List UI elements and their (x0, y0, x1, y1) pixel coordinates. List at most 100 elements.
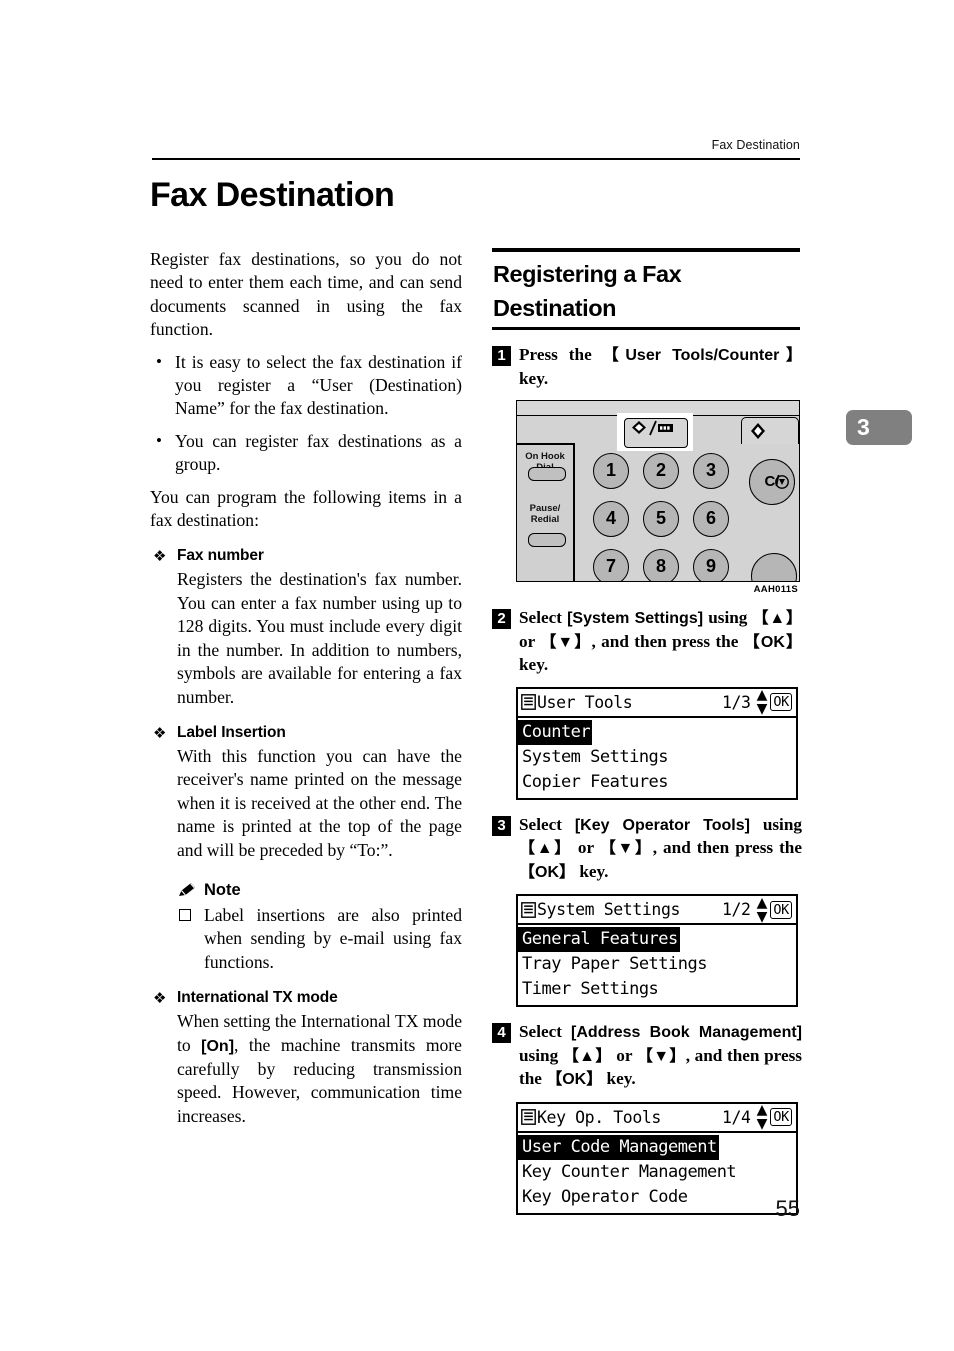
step-phrase: key. (519, 368, 549, 388)
numpad-key-8[interactable]: 8 (643, 549, 679, 581)
control-panel-figure: On Hook Dial Pause/Redial 1 2 3 4 5 6 7 … (516, 400, 800, 582)
subsection-heading-label-insertion: ❖ Label Insertion (150, 723, 462, 743)
figure-caption: AAH011S (753, 584, 798, 595)
list-item[interactable]: General Features (518, 927, 680, 952)
numpad-key-6[interactable]: 6 (693, 501, 729, 537)
on-hook-dial-button[interactable] (528, 467, 566, 481)
list-item[interactable]: Key Operator Code (518, 1187, 688, 1207)
lead-in-paragraph: You can program the following items in a… (150, 486, 462, 531)
running-header: Fax Destination (711, 138, 800, 152)
subsection-heading-label: International TX mode (177, 989, 338, 1007)
note-heading: Note (150, 880, 462, 901)
left-column: Register fax destinations, so you do not… (150, 248, 462, 1128)
step-phrase: using (519, 1045, 563, 1065)
lcd-title: System Settings (537, 900, 681, 919)
note-bullet-box-icon (179, 908, 191, 921)
step-phrase: , and then press the (652, 838, 802, 857)
subsection-heading-label: Label Insertion (177, 723, 286, 741)
key-reference: 【▲】 (562, 1047, 612, 1065)
secondary-panel-tab[interactable] (741, 417, 799, 444)
step-number-badge: 3 (492, 815, 511, 836)
step-3: 3 Select [Key Operator Tools] using 【▲】 … (492, 814, 802, 885)
key-reference: [Key Operator Tools] (574, 816, 750, 834)
numpad-key-9[interactable]: 9 (693, 549, 729, 581)
step-text: Select [System Settings] using 【▲】 or 【▼… (519, 607, 802, 677)
numpad-key-1[interactable]: 1 (593, 453, 629, 489)
step-4: 4 Select [Address Book Management] using… (492, 1021, 802, 1092)
lcd-ok-badge[interactable]: OK (770, 900, 792, 919)
subsection-body-fax-number: Registers the destination's fax number. … (177, 569, 462, 707)
list-item: You can register fax destinations as a g… (150, 429, 462, 477)
section-title: Registering a Fax Destination (493, 261, 682, 321)
numpad-key-3[interactable]: 3 (693, 453, 729, 489)
lcd-title: User Tools (537, 692, 633, 712)
menu-list-icon (521, 694, 536, 710)
note-item-text: Label insertions are also printed when s… (204, 904, 462, 972)
lcd-title-bar: Key Op. Tools 1/4 ▲ ▼ OK (518, 1103, 796, 1133)
up-down-arrows-icon: ▲ ▼ (756, 687, 768, 717)
list-item[interactable]: User Code Management (518, 1134, 719, 1160)
step-phrase: or (571, 838, 600, 857)
header-rule (152, 158, 800, 160)
list-item[interactable]: Key Counter Management (518, 1162, 737, 1182)
step-1: 1 Press the 【User Tools/Counter】 key. (492, 344, 802, 390)
pause-redial-button[interactable] (528, 533, 566, 547)
lcd-page-indicator: 1/2 (721, 900, 751, 919)
numpad-key-7[interactable]: 7 (593, 549, 629, 581)
step-phrase: using (749, 814, 802, 834)
step-phrase: or (519, 631, 541, 651)
step-phrase: key. (519, 655, 549, 674)
note-item: Label insertions are also printed when s… (150, 904, 462, 974)
list-item[interactable]: Timer Settings (518, 979, 659, 999)
lcd-ok-badge[interactable]: OK (770, 693, 792, 711)
lcd-screen-system-settings: System Settings 1/2 ▲ ▼ OK General Featur… (516, 894, 798, 1007)
pause-redial-label: Pause/Redial (529, 503, 561, 525)
subsection-body-international-tx-mode: When setting the International TX mode t… (150, 1010, 462, 1128)
note-heading-label: Note (204, 880, 241, 899)
step-number-badge: 1 (492, 346, 511, 366)
chapter-thumb-tab-number: 3 (857, 414, 870, 440)
key-reference: 【OK】 (519, 863, 576, 881)
page-title: Fax Destination (150, 176, 395, 214)
key-reference: [Address Book Management] (571, 1024, 802, 1041)
user-tools-counter-key-highlight[interactable] (617, 413, 693, 451)
numpad-key-2[interactable]: 2 (643, 453, 679, 489)
user-tools-counter-key[interactable] (624, 418, 688, 448)
step-phrase: key. (575, 861, 609, 881)
menu-list-icon (521, 1109, 536, 1125)
step-phrase: using (703, 608, 753, 627)
on-key-reference: [On] (201, 1037, 235, 1055)
clear-stop-key[interactable]: C/ (749, 459, 795, 505)
list-item[interactable]: Tray Paper Settings (518, 954, 707, 974)
key-reference: [System Settings] (567, 610, 704, 627)
step-phrase: or (611, 1045, 637, 1065)
diamond-icon: ❖ (153, 547, 167, 566)
diamond-icon: ❖ (153, 989, 167, 1008)
intro-paragraph: Register fax destinations, so you do not… (150, 249, 462, 340)
step-text: Press the 【User Tools/Counter】 key. (519, 344, 802, 390)
lcd-page-indicator: 1/3 (721, 692, 751, 712)
step-phrase: Select (519, 1022, 572, 1041)
chapter-thumb-tab: 3 (846, 410, 912, 445)
lcd-screen-user-tools: User Tools 1/3 ▲ ▼ OK Counter System Sett… (516, 686, 798, 800)
lcd-row-list: Counter System Settings Copier Features (518, 718, 796, 798)
list-item[interactable]: Counter (518, 719, 593, 745)
step-number-badge: 2 (492, 609, 511, 629)
key-reference: 【User Tools/Counter】 (602, 347, 802, 364)
list-item[interactable]: System Settings (518, 747, 669, 767)
list-item: It is easy to select the fax destination… (150, 350, 462, 421)
step-phrase: , and then press the (591, 631, 744, 651)
subsection-heading-label: Fax number (177, 547, 264, 565)
step-phrase: Select (519, 814, 575, 834)
numpad-key-4[interactable]: 4 (593, 501, 629, 537)
numpad-key-5[interactable]: 5 (643, 501, 679, 537)
step-2: 2 Select [System Settings] using 【▲】 or … (492, 607, 802, 677)
list-item[interactable]: Copier Features (518, 772, 669, 792)
lcd-ok-badge[interactable]: OK (770, 1108, 792, 1126)
lcd-title-bar: User Tools 1/3 ▲ ▼ OK (518, 687, 796, 718)
step-number-badge: 4 (492, 1023, 511, 1043)
key-reference: 【▲】 (752, 610, 803, 627)
key-reference: 【OK】 (546, 1071, 603, 1088)
start-key[interactable] (751, 553, 797, 581)
menu-list-icon (521, 901, 536, 918)
